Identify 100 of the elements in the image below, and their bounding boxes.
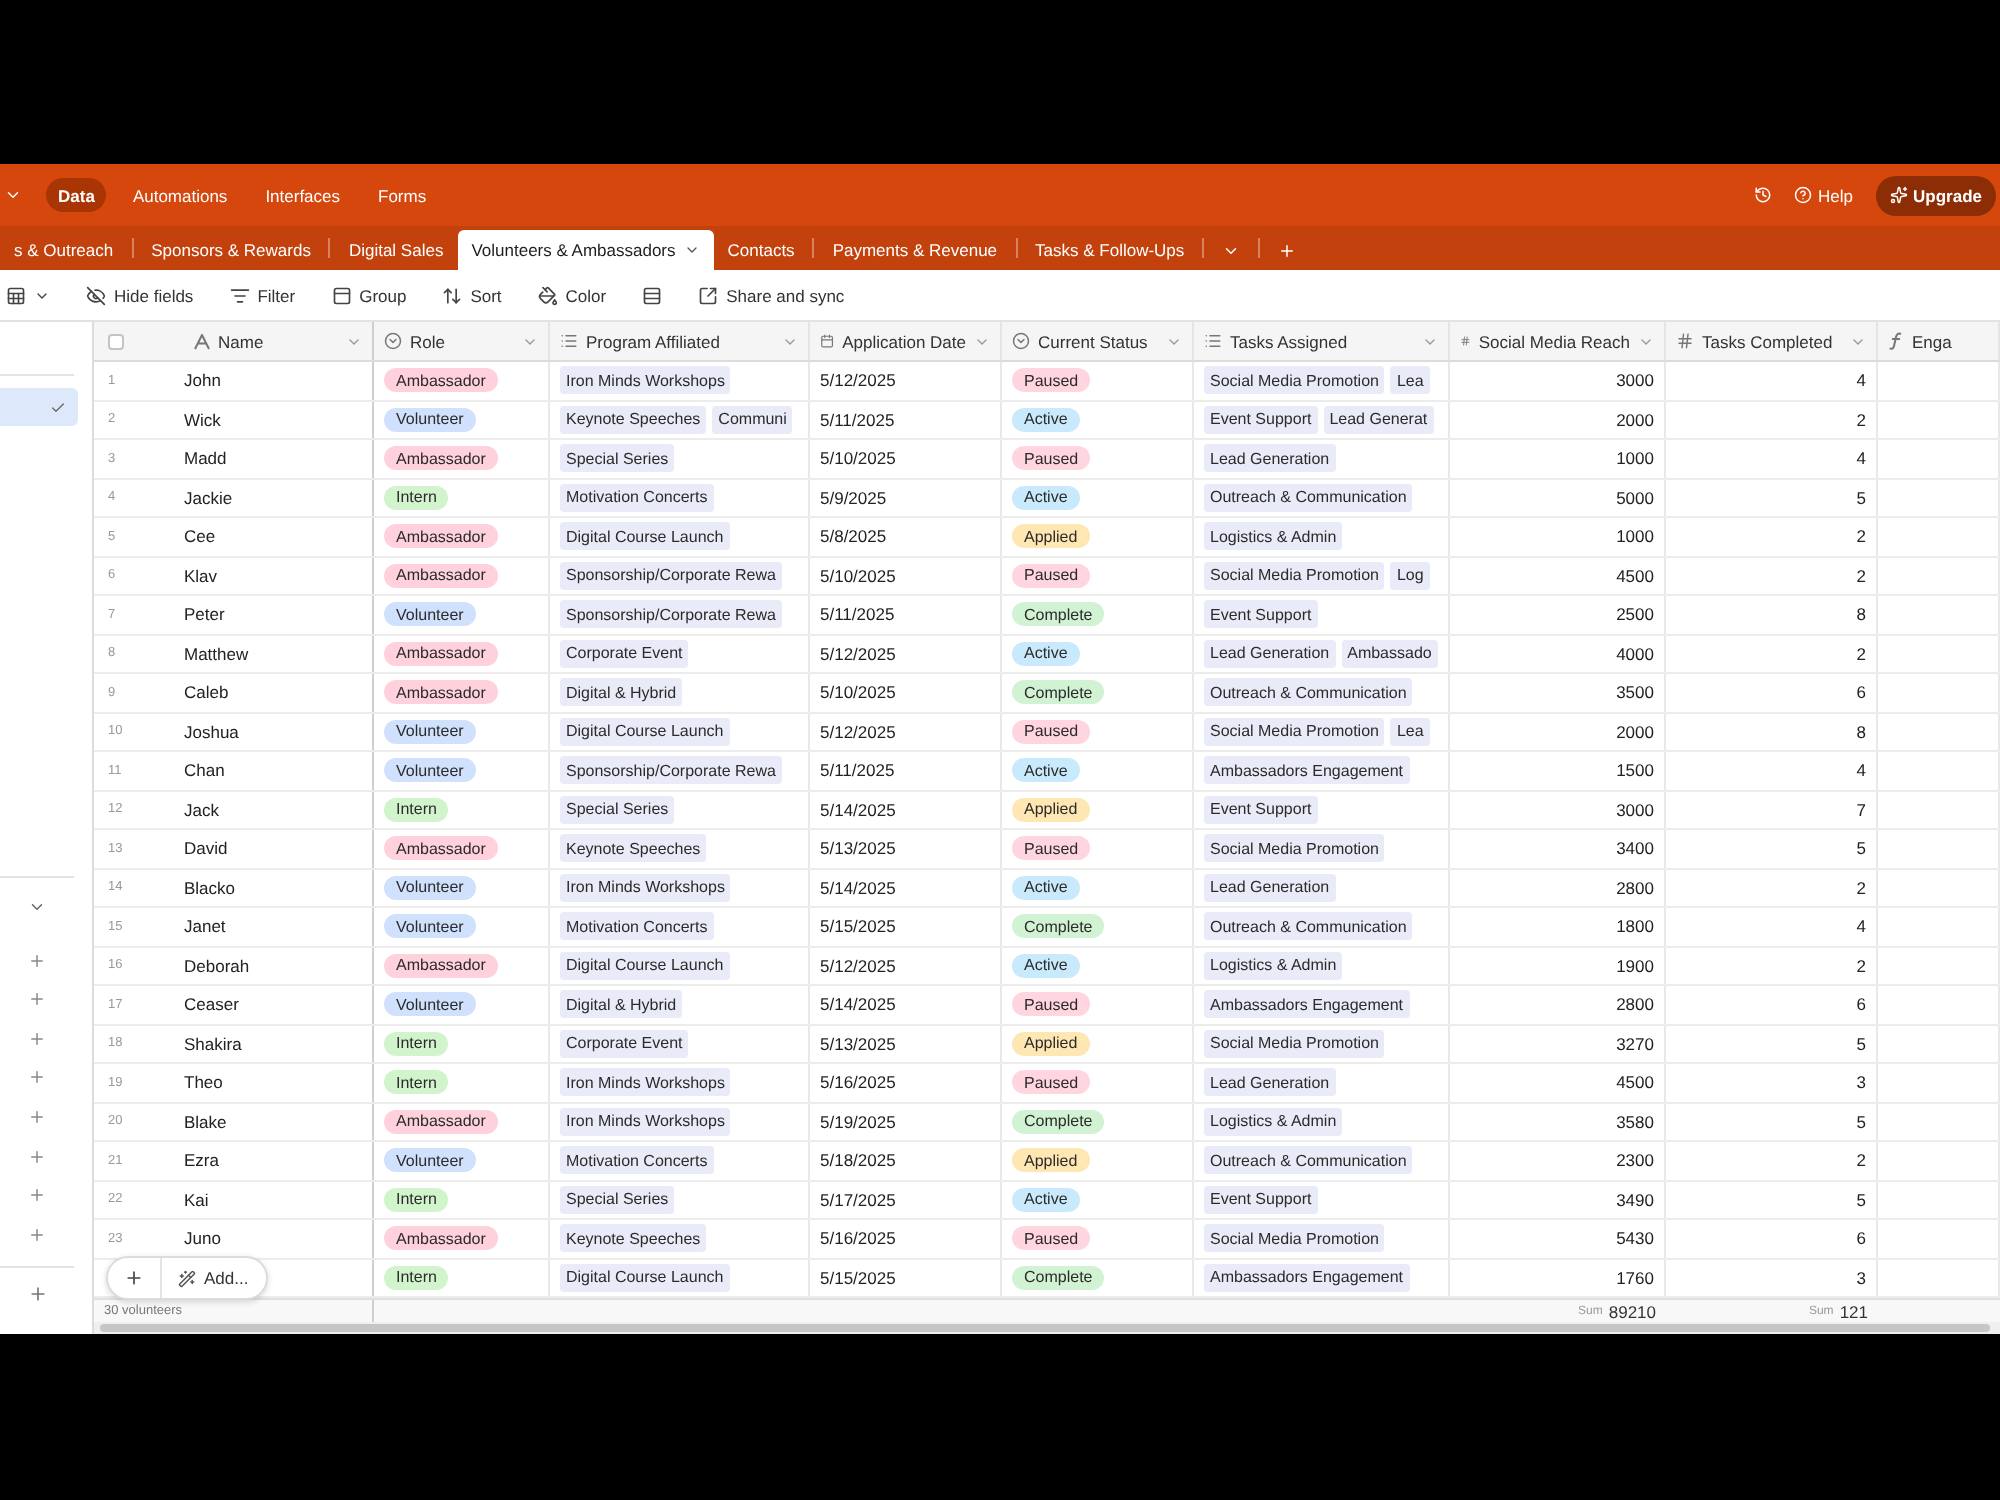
plus-icon[interactable] bbox=[28, 990, 46, 1009]
share-button[interactable]: Share and sync bbox=[692, 277, 851, 313]
sparkles-icon bbox=[1889, 186, 1908, 204]
check-icon bbox=[50, 399, 66, 415]
status-tag: Active bbox=[1012, 953, 1080, 978]
number-cell: 5 bbox=[1666, 1181, 1878, 1218]
select-all-checkbox[interactable] bbox=[108, 333, 124, 349]
number-cell: 4500 bbox=[1450, 557, 1666, 594]
table-tab[interactable]: s & Outreach bbox=[0, 230, 128, 270]
group-button[interactable]: Group bbox=[325, 277, 413, 313]
paint-bucket-icon bbox=[537, 285, 558, 305]
task-tag: Outreach & Communication bbox=[1204, 1146, 1413, 1175]
date-cell: 5/18/2025 bbox=[810, 1142, 1002, 1179]
nav-tab[interactable]: Automations bbox=[120, 178, 240, 212]
status-tag: Paused bbox=[1012, 563, 1091, 588]
plus-icon[interactable] bbox=[28, 951, 46, 970]
number-cell: 4 bbox=[1666, 440, 1878, 477]
task-tag: Outreach & Communication bbox=[1204, 678, 1413, 707]
caret-icon[interactable] bbox=[4, 186, 22, 204]
program-tag: Digital & Hybrid bbox=[560, 678, 683, 707]
date-cell: 5/11/2025 bbox=[810, 752, 1002, 789]
nav-tab[interactable]: Interfaces bbox=[253, 178, 353, 212]
list-icon bbox=[560, 332, 578, 350]
role-tag: Volunteer bbox=[384, 602, 476, 627]
plus-icon[interactable] bbox=[28, 1225, 46, 1244]
program-tag: Special Series bbox=[560, 795, 675, 824]
date-cell: 5/15/2025 bbox=[810, 1259, 1002, 1296]
plus-icon[interactable] bbox=[28, 1147, 46, 1166]
number-cell: 5 bbox=[1666, 479, 1878, 516]
upgrade-button[interactable]: Upgrade bbox=[1875, 175, 1996, 215]
date-cell: 5/19/2025 bbox=[810, 1103, 1002, 1140]
task-tag: Social Media Promotion bbox=[1204, 1224, 1385, 1253]
table-tab[interactable]: Volunteers & Ambassadors bbox=[457, 230, 714, 270]
program-tag: Communi bbox=[712, 405, 793, 434]
task-tag: Event Support bbox=[1204, 795, 1318, 824]
task-tag: Logistics & Admin bbox=[1204, 951, 1343, 980]
add-button[interactable]: Add... bbox=[162, 1258, 267, 1298]
date-cell: 5/13/2025 bbox=[810, 830, 1002, 867]
table-tab[interactable]: Sponsors & Rewards bbox=[137, 230, 325, 270]
role-tag: Ambassador bbox=[384, 1109, 498, 1134]
column-header[interactable]: Application Date bbox=[810, 322, 1000, 360]
role-tag: Intern bbox=[384, 1265, 449, 1290]
number-cell: 4 bbox=[1666, 908, 1878, 945]
sort-icon bbox=[442, 285, 463, 305]
filter-button[interactable]: Filter bbox=[223, 277, 302, 313]
column-header[interactable]: Current Status bbox=[1002, 322, 1192, 360]
number-cell: 8 bbox=[1666, 596, 1878, 633]
status-tag: Paused bbox=[1012, 836, 1091, 861]
help-button[interactable]: Help bbox=[1790, 185, 1858, 205]
column-header[interactable]: Name bbox=[184, 322, 372, 360]
status-tag: Complete bbox=[1012, 1265, 1105, 1290]
record-name: Madd bbox=[184, 448, 227, 469]
plus-icon[interactable] bbox=[27, 1284, 47, 1304]
number-cell: 3000 bbox=[1450, 791, 1666, 828]
filter-icon bbox=[229, 285, 250, 305]
column-header[interactable]: Program Affiliated bbox=[550, 322, 808, 360]
color-button[interactable]: Color bbox=[531, 277, 613, 313]
number-cell: 2000 bbox=[1450, 713, 1666, 750]
task-tag: Lead Generation bbox=[1204, 639, 1336, 668]
nav-tab[interactable]: Data bbox=[46, 178, 107, 212]
task-tag: Logistics & Admin bbox=[1204, 1107, 1343, 1136]
column-header[interactable]: Role bbox=[374, 322, 548, 360]
role-tag: Intern bbox=[384, 1031, 449, 1056]
plus-icon[interactable] bbox=[28, 1107, 46, 1126]
status-tag: Paused bbox=[1012, 1070, 1091, 1095]
task-tag: Event Support bbox=[1204, 1185, 1318, 1214]
plus-icon[interactable] bbox=[28, 1186, 46, 1205]
history-icon[interactable] bbox=[1754, 186, 1773, 204]
column-header[interactable]: Social Media Reach bbox=[1450, 322, 1664, 360]
column-header[interactable]: Tasks Assigned bbox=[1194, 322, 1448, 360]
scrollbar-thumb[interactable] bbox=[100, 1324, 1990, 1332]
number-cell: 4 bbox=[1666, 362, 1878, 399]
hide-fields-button[interactable]: Hide fields bbox=[80, 277, 200, 313]
number-cell: 5430 bbox=[1450, 1220, 1666, 1257]
horizontal-scrollbar[interactable] bbox=[94, 1322, 2000, 1334]
table-tab[interactable]: Payments & Revenue bbox=[818, 230, 1012, 270]
table-tab[interactable]: Tasks & Follow-Ups bbox=[1021, 230, 1199, 270]
sort-button[interactable]: Sort bbox=[436, 277, 508, 313]
table-tab[interactable]: Contacts bbox=[713, 230, 809, 270]
program-tag: Sponsorship/Corporate Rewa bbox=[560, 561, 782, 590]
task-tag: Logistics & Admin bbox=[1204, 522, 1343, 551]
column-header[interactable]: Enga bbox=[1878, 322, 1998, 360]
program-tag: Motivation Concerts bbox=[560, 1146, 714, 1175]
date-cell: 5/16/2025 bbox=[810, 1220, 1002, 1257]
date-cell: 5/10/2025 bbox=[810, 557, 1002, 594]
plus-icon[interactable] bbox=[28, 1029, 46, 1048]
nav-tab[interactable]: Forms bbox=[366, 178, 439, 212]
number-cell: 3 bbox=[1666, 1259, 1878, 1296]
program-tag: Iron Minds Workshops bbox=[560, 873, 731, 902]
number-cell: 7 bbox=[1666, 791, 1878, 828]
number-cell: 5000 bbox=[1450, 479, 1666, 516]
task-tag: Social Media Promotion bbox=[1204, 561, 1385, 590]
table-tab[interactable]: Digital Sales bbox=[334, 230, 458, 270]
number-cell: 3490 bbox=[1450, 1181, 1666, 1218]
number-cell: 2 bbox=[1666, 557, 1878, 594]
program-tag: Special Series bbox=[560, 444, 675, 473]
plus-icon[interactable] bbox=[28, 1068, 46, 1087]
column-header[interactable]: Tasks Completed bbox=[1666, 322, 1876, 360]
wand-icon bbox=[178, 1269, 196, 1287]
status-tag: Active bbox=[1012, 758, 1080, 783]
